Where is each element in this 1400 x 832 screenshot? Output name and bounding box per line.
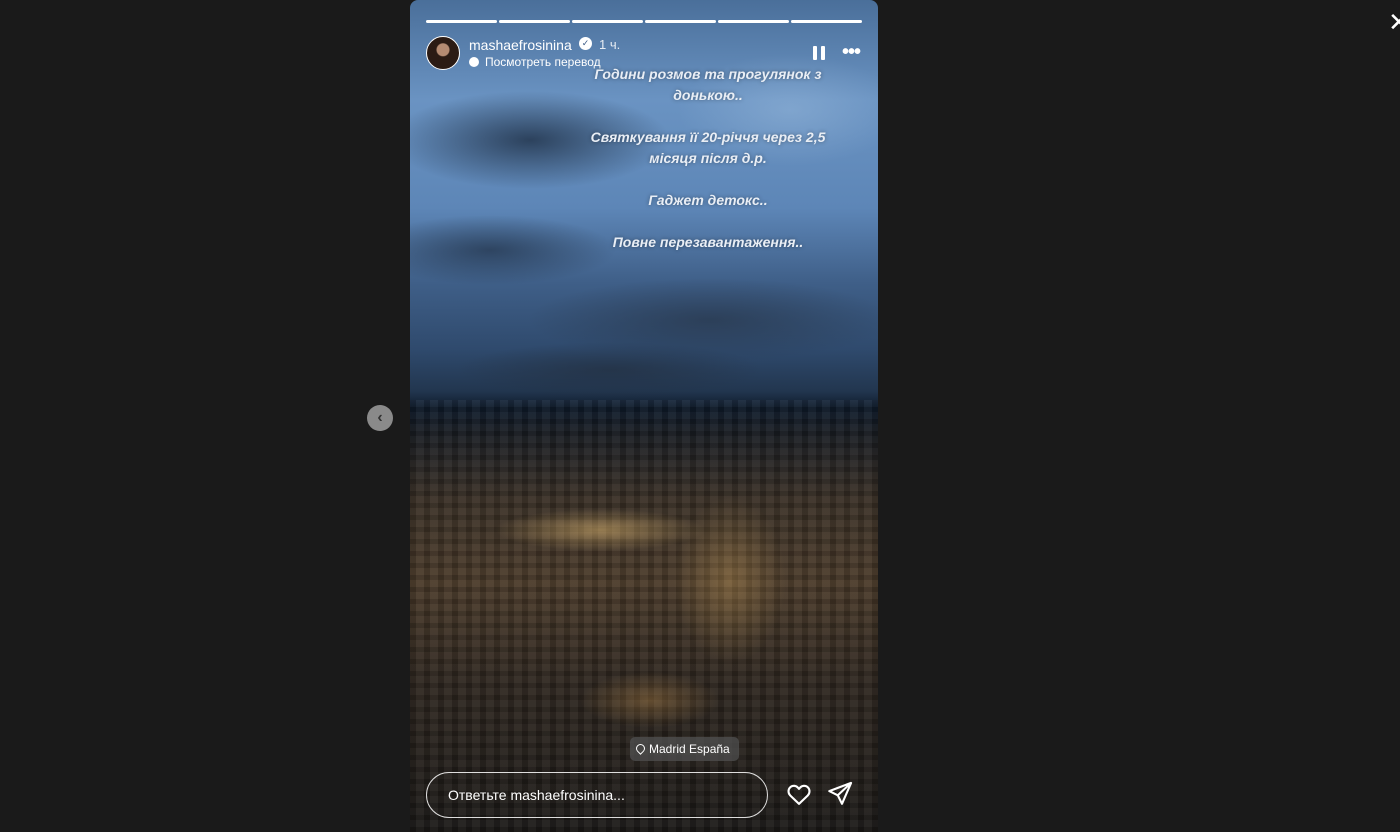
progress-segment [426,20,497,23]
progress-segment [499,20,570,23]
caption-line: Повне перезавантаження.. [612,234,804,250]
location-sticker[interactable]: Madrid España [630,737,739,761]
progress-segment [645,20,716,23]
speech-bubble-icon [469,57,479,67]
story-viewer[interactable]: mashaefrosinina ✓ 1 ч. Посмотреть перево… [410,0,878,832]
story-caption: Години розмов та прогулянок з донькою.. … [578,64,838,274]
caption-line: Гаджет детокс.. [648,192,768,208]
progress-segment [572,20,643,23]
location-pin-icon [636,744,645,755]
username-link[interactable]: mashaefrosinina [469,37,572,53]
send-button[interactable] [826,780,854,808]
story-timestamp: 1 ч. [599,37,621,52]
story-city-image [410,400,878,832]
pause-button[interactable] [812,44,826,62]
heart-icon [787,784,811,805]
avatar[interactable] [426,36,460,70]
more-options-button[interactable]: ••• [842,41,868,63]
reply-input[interactable]: Ответьте mashaefrosinina... [426,772,768,818]
pause-icon [813,46,817,60]
more-horizontal-icon: ••• [842,41,861,63]
progress-segment [718,20,789,23]
previous-story-button[interactable]: ‹ [367,405,393,431]
caption-line: Години розмов та прогулянок з донькою.. [594,66,822,103]
pause-icon [821,46,825,60]
caption-line: Святкування її 20-річчя через 2,5 місяця… [590,129,826,166]
chevron-left-icon: ‹ [377,409,383,426]
story-progress-bar [426,20,862,23]
verified-badge-icon: ✓ [579,37,592,50]
send-icon [828,781,853,805]
location-label: Madrid España [649,742,730,756]
close-icon: ✕ [1388,7,1400,37]
progress-segment [791,20,862,23]
like-button[interactable] [785,780,813,808]
close-button[interactable]: ✕ [1388,8,1400,36]
